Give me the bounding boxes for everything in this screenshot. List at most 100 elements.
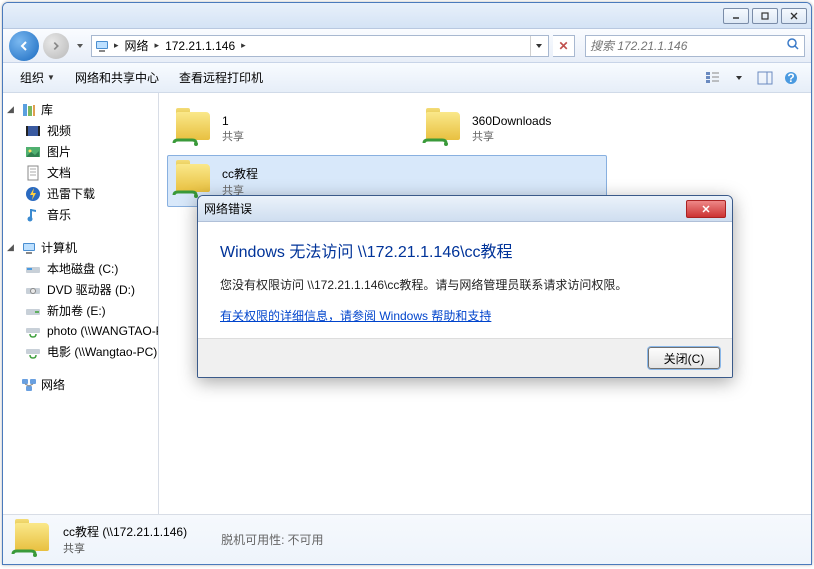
network-drive-icon bbox=[25, 323, 41, 339]
sidebar-item-label: 新加卷 (E:) bbox=[47, 302, 106, 319]
search-box[interactable] bbox=[585, 35, 805, 57]
search-input[interactable] bbox=[590, 39, 786, 53]
back-button[interactable] bbox=[9, 31, 39, 61]
prop-value: 不可用 bbox=[287, 533, 323, 547]
documents-icon bbox=[25, 165, 41, 181]
sidebar-item-label: 本地磁盘 (C:) bbox=[47, 260, 118, 277]
sidebar-item-label: 视频 bbox=[47, 122, 71, 139]
svg-text:?: ? bbox=[787, 71, 794, 85]
collapse-icon: ◢ bbox=[7, 242, 17, 253]
sidebar-item-label: photo (\\WANGTAO-PC) bbox=[47, 324, 158, 338]
details-name: cc教程 (\\172.21.1.146) bbox=[63, 523, 187, 540]
search-icon bbox=[786, 37, 800, 54]
breadcrumb-arrow[interactable]: ▸ bbox=[153, 40, 162, 51]
minimize-button[interactable] bbox=[723, 8, 749, 24]
dialog-message: 您没有权限访问 \\172.21.1.146\cc教程。请与网络管理员联系请求访… bbox=[220, 276, 710, 293]
breadcrumb-arrow[interactable]: ▸ bbox=[239, 40, 248, 51]
address-bar[interactable]: ▸ 网络 ▸ 172.21.1.146 ▸ bbox=[91, 35, 549, 57]
stop-button[interactable]: ✕ bbox=[553, 35, 575, 57]
share-folder-icon bbox=[172, 108, 214, 150]
organize-menu[interactable]: 组织▼ bbox=[11, 65, 64, 90]
video-icon bbox=[25, 123, 41, 139]
sidebar-item-thunder[interactable]: 迅雷下载 bbox=[3, 183, 158, 204]
dialog-title: 网络错误 bbox=[204, 200, 686, 217]
details-pane: cc教程 (\\172.21.1.146) 共享 脱机可用性: 不可用 bbox=[3, 514, 811, 564]
computer-icon bbox=[21, 240, 37, 256]
computer-icon bbox=[94, 38, 110, 54]
dialog-body: Windows 无法访问 \\172.21.1.146\cc教程 您没有权限访问… bbox=[198, 222, 732, 338]
sidebar-computer-label: 计算机 bbox=[41, 239, 77, 256]
titlebar bbox=[3, 3, 811, 29]
nav-history-dropdown[interactable] bbox=[73, 36, 87, 56]
library-icon bbox=[21, 102, 37, 118]
sidebar-item-dvd[interactable]: DVD 驱动器 (D:) bbox=[3, 279, 158, 300]
folder-item[interactable]: 1共享 bbox=[167, 103, 417, 155]
dialog-titlebar[interactable]: 网络错误 bbox=[198, 196, 732, 222]
dialog-close-button[interactable] bbox=[686, 200, 726, 218]
sidebar-item-video[interactable]: 视频 bbox=[3, 120, 158, 141]
organize-label: 组织 bbox=[20, 69, 44, 86]
drive-icon bbox=[25, 303, 41, 319]
view-remote-printers[interactable]: 查看远程打印机 bbox=[170, 65, 272, 90]
sidebar-library-head[interactable]: ◢库 bbox=[3, 99, 158, 120]
folder-name: 360Downloads bbox=[472, 114, 551, 128]
pictures-icon bbox=[25, 144, 41, 160]
close-button[interactable] bbox=[781, 8, 807, 24]
sidebar-item-drive-e[interactable]: 新加卷 (E:) bbox=[3, 300, 158, 321]
folder-name: cc教程 bbox=[222, 165, 258, 182]
explorer-window: ▸ 网络 ▸ 172.21.1.146 ▸ ✕ 组织▼ 网络和共享中心 查看远程… bbox=[2, 2, 812, 565]
folder-item[interactable]: 360Downloads共享 bbox=[417, 103, 667, 155]
share-folder-icon bbox=[11, 519, 53, 561]
dialog-help-link[interactable]: 有关权限的详细信息，请参阅 Windows 帮助和支持 bbox=[220, 309, 491, 323]
help-button[interactable]: ? bbox=[779, 67, 803, 89]
sidebar-item-label: 文档 bbox=[47, 164, 71, 181]
remote-print-label: 查看远程打印机 bbox=[179, 69, 263, 86]
sidebar-network-head[interactable]: ◢网络 bbox=[3, 374, 158, 395]
drive-icon bbox=[25, 261, 41, 277]
sidebar-computer-head[interactable]: ◢ 计算机 bbox=[3, 237, 158, 258]
details-property: 脱机可用性: 不可用 bbox=[221, 531, 323, 548]
sidebar-item-net-movie[interactable]: 电影 (\\Wangtao-PC) bbox=[3, 341, 158, 362]
collapse-icon: ◢ bbox=[7, 104, 17, 115]
sidebar: ◢库 视频 图片 文档 迅雷下载 音乐 ◢计算机 本地磁盘 (C:) DVD 驱… bbox=[3, 93, 159, 514]
breadcrumb-network[interactable]: 网络 bbox=[121, 36, 153, 56]
navbar: ▸ 网络 ▸ 172.21.1.146 ▸ ✕ bbox=[3, 29, 811, 63]
sidebar-library-label: 库 bbox=[41, 101, 53, 118]
sidebar-item-drive-c[interactable]: 本地磁盘 (C:) bbox=[3, 258, 158, 279]
network-sharing-center[interactable]: 网络和共享中心 bbox=[66, 65, 168, 90]
preview-pane-button[interactable] bbox=[753, 67, 777, 89]
view-dropdown[interactable] bbox=[727, 67, 751, 89]
folder-sub: 共享 bbox=[472, 128, 551, 144]
address-dropdown[interactable] bbox=[530, 36, 546, 56]
breadcrumb-arrow[interactable]: ▸ bbox=[112, 40, 121, 51]
sidebar-item-label: 音乐 bbox=[47, 206, 71, 223]
sidebar-item-music[interactable]: 音乐 bbox=[3, 204, 158, 225]
dialog-heading: Windows 无法访问 \\172.21.1.146\cc教程 bbox=[220, 238, 710, 262]
sidebar-item-label: 电影 (\\Wangtao-PC) bbox=[47, 343, 157, 360]
sidebar-network-label: 网络 bbox=[41, 376, 65, 393]
folder-sub: 共享 bbox=[222, 128, 244, 144]
network-drive-icon bbox=[25, 344, 41, 360]
view-mode-button[interactable] bbox=[701, 67, 725, 89]
prop-label: 脱机可用性: bbox=[221, 533, 284, 547]
forward-button[interactable] bbox=[43, 33, 69, 59]
details-sub: 共享 bbox=[63, 540, 187, 556]
nsc-label: 网络和共享中心 bbox=[75, 69, 159, 86]
dvd-icon bbox=[25, 282, 41, 298]
toolbar: 组织▼ 网络和共享中心 查看远程打印机 ? bbox=[3, 63, 811, 93]
error-dialog: 网络错误 Windows 无法访问 \\172.21.1.146\cc教程 您没… bbox=[197, 195, 733, 378]
network-icon bbox=[21, 377, 37, 393]
sidebar-item-documents[interactable]: 文档 bbox=[3, 162, 158, 183]
dialog-close-btn[interactable]: 关闭(C) bbox=[648, 347, 720, 369]
sidebar-item-label: 迅雷下载 bbox=[47, 185, 95, 202]
sidebar-item-pictures[interactable]: 图片 bbox=[3, 141, 158, 162]
sidebar-item-label: 图片 bbox=[47, 143, 71, 160]
sidebar-item-label: DVD 驱动器 (D:) bbox=[47, 281, 135, 298]
music-icon bbox=[25, 207, 41, 223]
maximize-button[interactable] bbox=[752, 8, 778, 24]
folder-name: 1 bbox=[222, 114, 244, 128]
share-folder-icon bbox=[422, 108, 464, 150]
sidebar-item-net-photo[interactable]: photo (\\WANGTAO-PC) bbox=[3, 321, 158, 341]
thunder-icon bbox=[25, 186, 41, 202]
breadcrumb-host[interactable]: 172.21.1.146 bbox=[161, 36, 239, 56]
